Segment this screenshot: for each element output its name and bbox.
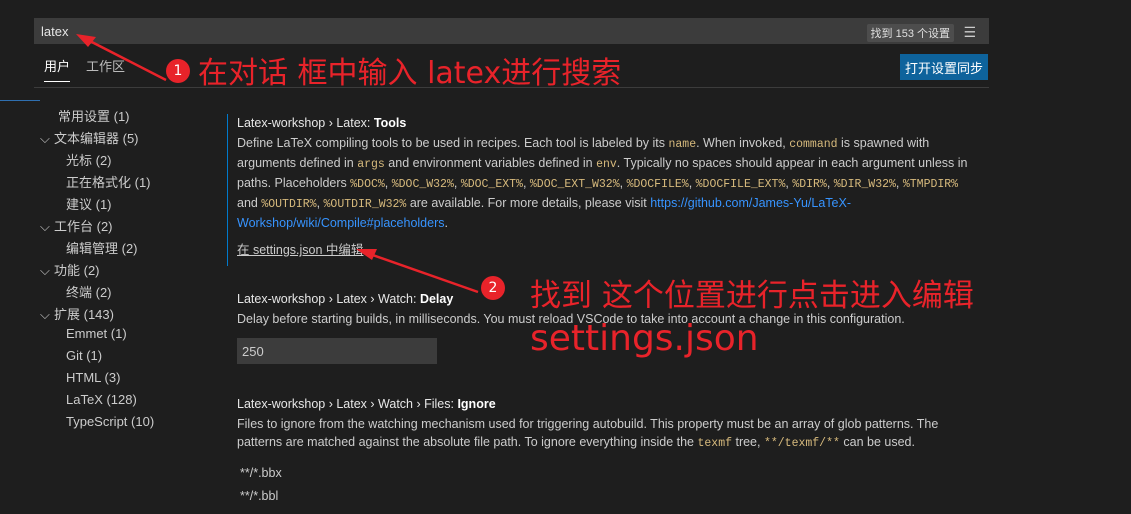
setting-focus-bar [227, 114, 228, 266]
toc-item[interactable]: 编辑管理 (2) [66, 238, 138, 257]
step-badge-2: 2 [481, 276, 505, 300]
toc-item[interactable]: Git (1) [66, 348, 102, 363]
setting-latex-tools: Latex-workshop › Latex: Tools Define LaT… [237, 116, 977, 232]
setting-watch-files-ignore: Latex-workshop › Latex › Watch › Files: … [237, 397, 977, 453]
delay-input[interactable] [237, 338, 437, 364]
tab-user[interactable]: 用户 [44, 56, 71, 82]
toc-item[interactable]: 建议 (1) [66, 194, 112, 213]
annotation-text-3: settings.json [530, 318, 759, 359]
toc-item[interactable]: TypeScript (10) [66, 414, 154, 429]
toc-item[interactable]: 常用设置 (1) [58, 106, 130, 125]
edit-in-settings-json-link[interactable]: 在 settings.json 中编辑 [237, 239, 363, 258]
chevron-down-icon: ⌵ [40, 307, 50, 322]
toc-item[interactable]: 正在格式化 (1) [66, 172, 151, 191]
toc-item[interactable]: ⌵ 功能 (2) [40, 260, 100, 279]
search-query[interactable]: latex [41, 24, 68, 39]
result-count-badge: 找到 153 个设置 [866, 24, 954, 42]
tab-workspace[interactable]: 工作区 [86, 56, 125, 81]
annotation-text-1: 在对话 框中输入 latex进行搜索 [198, 56, 622, 91]
toc-item[interactable]: ⌵ 文本编辑器 (5) [40, 128, 139, 147]
arrow-line [363, 250, 479, 294]
settings-search-input[interactable]: latex 找到 153 个设置 ☰ [34, 18, 989, 44]
setting-description: Define LaTeX compiling tools to be used … [237, 136, 968, 230]
setting-description: Files to ignore from the watching mechan… [237, 417, 939, 450]
setting-title: Latex-workshop › Latex: Tools [237, 116, 407, 130]
toc-item[interactable]: LaTeX (128) [66, 392, 137, 407]
step-badge-1: 1 [166, 59, 190, 83]
annotation-text-2: 找到 这个位置进行点击进入编辑 [530, 278, 974, 314]
chevron-down-icon: ⌵ [40, 219, 50, 234]
toc-item[interactable]: Emmet (1) [66, 326, 127, 341]
focus-indicator [0, 100, 40, 101]
list-item[interactable]: **/*.bbx [240, 466, 282, 480]
filter-icon[interactable]: ☰ [963, 24, 976, 41]
list-item[interactable]: **/*.bbl [240, 489, 278, 503]
toc-item[interactable]: 终端 (2) [66, 282, 112, 301]
setting-title: Latex-workshop › Latex › Watch › Files: … [237, 397, 496, 411]
toc-item[interactable]: ⌵ 工作台 (2) [40, 216, 113, 235]
toc-item[interactable]: ⌵ 扩展 (143) [40, 304, 114, 323]
chevron-down-icon: ⌵ [40, 131, 50, 146]
toc-item[interactable]: 光标 (2) [66, 150, 112, 169]
chevron-down-icon: ⌵ [40, 263, 50, 278]
settings-sync-button[interactable]: 打开设置同步 [900, 54, 988, 80]
toc-item[interactable]: HTML (3) [66, 370, 120, 385]
